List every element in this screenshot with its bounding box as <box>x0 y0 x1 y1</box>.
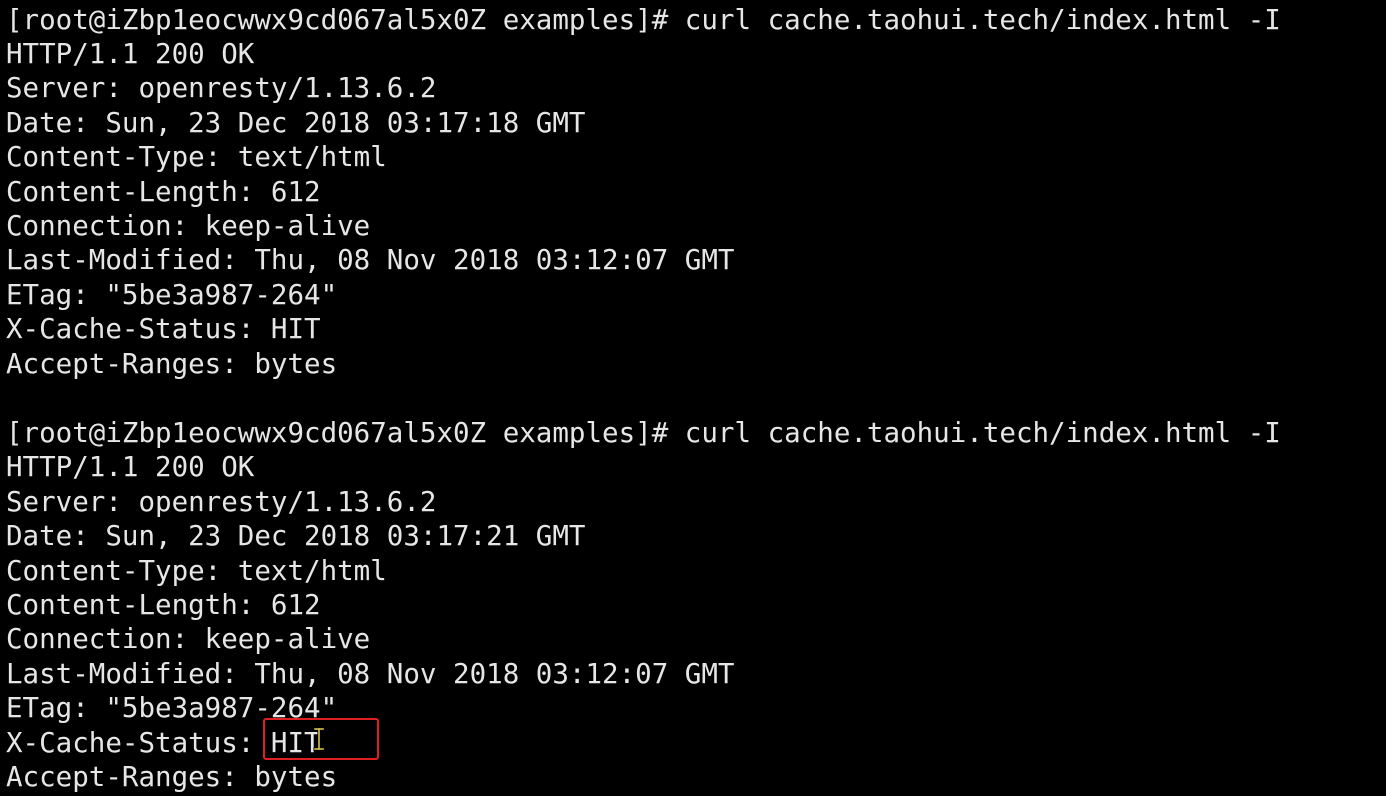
header-server: Server: openresty/1.13.6.2 <box>6 72 437 104</box>
header-last-modified: Last-Modified: Thu, 08 Nov 2018 03:12:07… <box>6 658 735 690</box>
command-prompt-line: [root@iZbp1eocwwx9cd067al5x0Z examples]#… <box>6 417 1281 449</box>
header-accept-ranges: Accept-Ranges: bytes <box>6 348 338 380</box>
header-x-cache-status: X-Cache-Status: HIT <box>6 313 321 345</box>
command-prompt-line: [root@iZbp1eocwwx9cd067al5x0Z examples]#… <box>6 4 1281 36</box>
header-server: Server: openresty/1.13.6.2 <box>6 486 437 518</box>
header-accept-ranges: Accept-Ranges: bytes <box>6 761 338 793</box>
header-date: Date: Sun, 23 Dec 2018 03:17:21 GMT <box>6 520 586 552</box>
http-status-line: HTTP/1.1 200 OK <box>6 451 255 483</box>
text-cursor-icon <box>313 727 325 751</box>
header-connection: Connection: keep-alive <box>6 210 371 242</box>
header-content-length: Content-Length: 612 <box>6 176 321 208</box>
header-etag: ETag: "5be3a987-264" <box>6 279 338 311</box>
header-content-length: Content-Length: 612 <box>6 589 321 621</box>
header-content-type: Content-Type: text/html <box>6 555 387 587</box>
http-status-line: HTTP/1.1 200 OK <box>6 38 255 70</box>
header-connection: Connection: keep-alive <box>6 623 371 655</box>
header-content-type: Content-Type: text/html <box>6 141 387 173</box>
header-last-modified: Last-Modified: Thu, 08 Nov 2018 03:12:07… <box>6 244 735 276</box>
terminal-window[interactable]: [root@iZbp1eocwwx9cd067al5x0Z examples]#… <box>0 0 1386 796</box>
header-date: Date: Sun, 23 Dec 2018 03:17:18 GMT <box>6 107 586 139</box>
